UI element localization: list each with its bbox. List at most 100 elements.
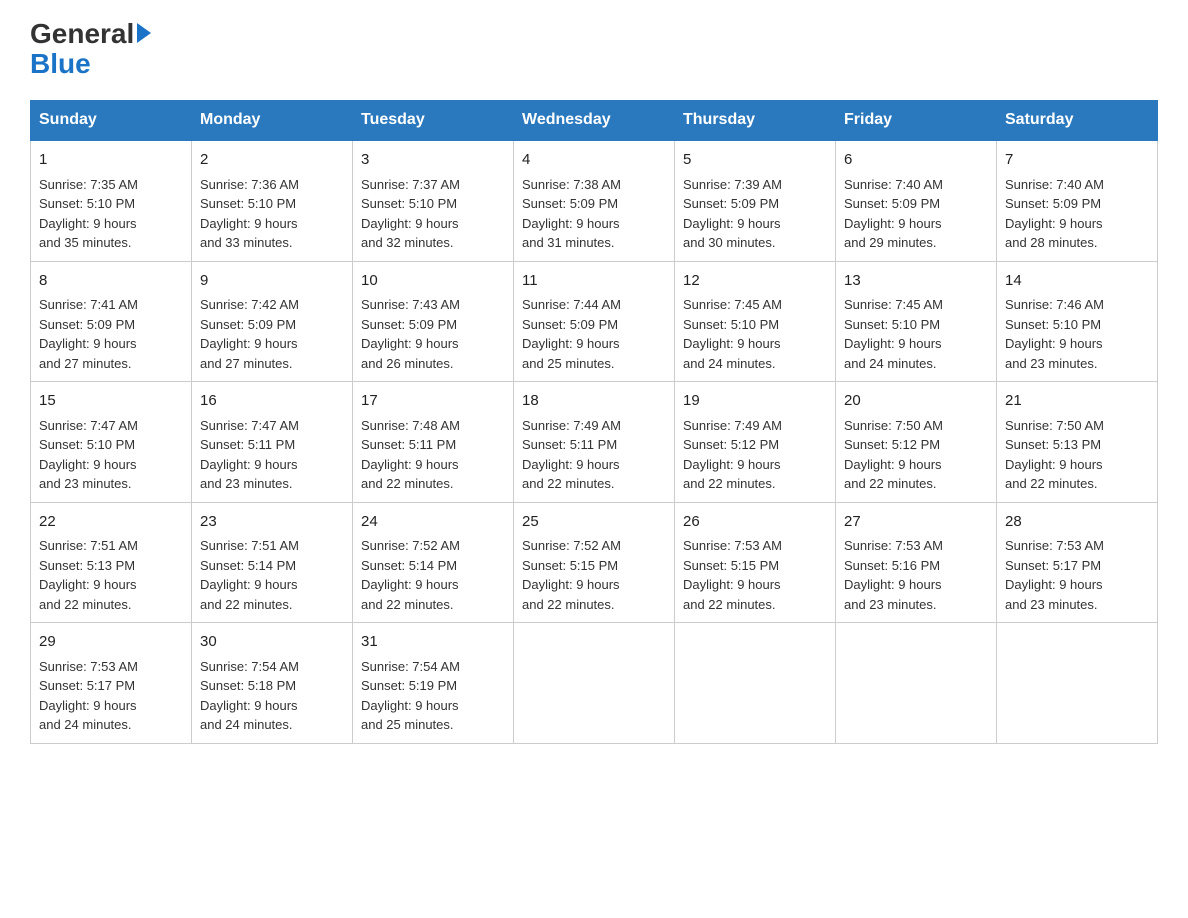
calendar-cell: 30Sunrise: 7:54 AMSunset: 5:18 PMDayligh… bbox=[192, 623, 353, 744]
day-number: 16 bbox=[200, 390, 344, 413]
day-info: Sunrise: 7:54 AMSunset: 5:19 PMDaylight:… bbox=[361, 659, 460, 733]
day-info: Sunrise: 7:50 AMSunset: 5:13 PMDaylight:… bbox=[1005, 418, 1104, 492]
calendar-cell: 31 Sunrise: 7:54 AMSunset: 5:19 PMDayligh… bbox=[353, 623, 514, 744]
day-number: 18 bbox=[522, 390, 666, 413]
calendar-header-saturday: Saturday bbox=[997, 101, 1158, 141]
day-number: 28 bbox=[1005, 511, 1149, 534]
calendar-cell: 25Sunrise: 7:52 AMSunset: 5:15 PMDayligh… bbox=[514, 502, 675, 623]
calendar-cell: 19 Sunrise: 7:49 AMSunset: 5:12 PMDayligh… bbox=[675, 382, 836, 503]
day-number: 24 bbox=[361, 511, 505, 534]
calendar-cell: 15 Sunrise: 7:47 AMSunset: 5:10 PMDayligh… bbox=[31, 382, 192, 503]
day-number: 27 bbox=[844, 511, 988, 534]
calendar-cell: 1 Sunrise: 7:35 AMSunset: 5:10 PMDaylight… bbox=[31, 140, 192, 261]
calendar-table: SundayMondayTuesdayWednesdayThursdayFrid… bbox=[30, 100, 1158, 744]
page-header: General Blue bbox=[30, 20, 1158, 80]
day-info: Sunrise: 7:53 AMSunset: 5:17 PMDaylight:… bbox=[1005, 538, 1104, 612]
day-number: 10 bbox=[361, 270, 505, 293]
calendar-week-row: 29 Sunrise: 7:53 AMSunset: 5:17 PMDayligh… bbox=[31, 623, 1158, 744]
calendar-cell bbox=[836, 623, 997, 744]
day-number: 1 bbox=[39, 149, 183, 172]
day-number: 2 bbox=[200, 149, 344, 172]
day-number: 12 bbox=[683, 270, 827, 293]
logo-general: General bbox=[30, 20, 134, 48]
day-info: Sunrise: 7:45 AMSunset: 5:10 PMDaylight:… bbox=[844, 297, 943, 371]
calendar-cell: 21 Sunrise: 7:50 AMSunset: 5:13 PMDayligh… bbox=[997, 382, 1158, 503]
day-info: Sunrise: 7:38 AMSunset: 5:09 PMDaylight:… bbox=[522, 177, 621, 251]
calendar-week-row: 15 Sunrise: 7:47 AMSunset: 5:10 PMDayligh… bbox=[31, 382, 1158, 503]
day-number: 22 bbox=[39, 511, 183, 534]
logo-arrow-icon bbox=[137, 23, 151, 43]
day-info: Sunrise: 7:47 AMSunset: 5:10 PMDaylight:… bbox=[39, 418, 138, 492]
day-number: 15 bbox=[39, 390, 183, 413]
calendar-cell bbox=[675, 623, 836, 744]
calendar-cell: 26 Sunrise: 7:53 AMSunset: 5:15 PMDayligh… bbox=[675, 502, 836, 623]
day-info: Sunrise: 7:40 AMSunset: 5:09 PMDaylight:… bbox=[844, 177, 943, 251]
calendar-cell: 29 Sunrise: 7:53 AMSunset: 5:17 PMDayligh… bbox=[31, 623, 192, 744]
day-number: 19 bbox=[683, 390, 827, 413]
calendar-header-sunday: Sunday bbox=[31, 101, 192, 141]
calendar-cell: 3 Sunrise: 7:37 AMSunset: 5:10 PMDaylight… bbox=[353, 140, 514, 261]
day-info: Sunrise: 7:51 AMSunset: 5:13 PMDaylight:… bbox=[39, 538, 138, 612]
day-number: 25 bbox=[522, 511, 666, 534]
day-info: Sunrise: 7:44 AMSunset: 5:09 PMDaylight:… bbox=[522, 297, 621, 371]
day-info: Sunrise: 7:50 AMSunset: 5:12 PMDaylight:… bbox=[844, 418, 943, 492]
day-info: Sunrise: 7:42 AMSunset: 5:09 PMDaylight:… bbox=[200, 297, 299, 371]
day-number: 7 bbox=[1005, 149, 1149, 172]
calendar-cell: 2 Sunrise: 7:36 AMSunset: 5:10 PMDaylight… bbox=[192, 140, 353, 261]
calendar-cell: 24 Sunrise: 7:52 AMSunset: 5:14 PMDayligh… bbox=[353, 502, 514, 623]
calendar-cell: 22 Sunrise: 7:51 AMSunset: 5:13 PMDayligh… bbox=[31, 502, 192, 623]
calendar-header-row: SundayMondayTuesdayWednesdayThursdayFrid… bbox=[31, 101, 1158, 141]
calendar-week-row: 22 Sunrise: 7:51 AMSunset: 5:13 PMDayligh… bbox=[31, 502, 1158, 623]
day-info: Sunrise: 7:35 AMSunset: 5:10 PMDaylight:… bbox=[39, 177, 138, 251]
calendar-cell bbox=[997, 623, 1158, 744]
calendar-cell: 6 Sunrise: 7:40 AMSunset: 5:09 PMDaylight… bbox=[836, 140, 997, 261]
day-number: 17 bbox=[361, 390, 505, 413]
day-info: Sunrise: 7:53 AMSunset: 5:17 PMDaylight:… bbox=[39, 659, 138, 733]
day-number: 31 bbox=[361, 631, 505, 654]
day-info: Sunrise: 7:40 AMSunset: 5:09 PMDaylight:… bbox=[1005, 177, 1104, 251]
day-info: Sunrise: 7:39 AMSunset: 5:09 PMDaylight:… bbox=[683, 177, 782, 251]
day-number: 29 bbox=[39, 631, 183, 654]
day-number: 21 bbox=[1005, 390, 1149, 413]
calendar-cell: 23Sunrise: 7:51 AMSunset: 5:14 PMDayligh… bbox=[192, 502, 353, 623]
day-number: 9 bbox=[200, 270, 344, 293]
day-number: 14 bbox=[1005, 270, 1149, 293]
calendar-cell: 8 Sunrise: 7:41 AMSunset: 5:09 PMDaylight… bbox=[31, 261, 192, 382]
day-number: 5 bbox=[683, 149, 827, 172]
day-info: Sunrise: 7:37 AMSunset: 5:10 PMDaylight:… bbox=[361, 177, 460, 251]
calendar-cell: 20 Sunrise: 7:50 AMSunset: 5:12 PMDayligh… bbox=[836, 382, 997, 503]
day-number: 3 bbox=[361, 149, 505, 172]
day-number: 6 bbox=[844, 149, 988, 172]
logo: General Blue bbox=[30, 20, 151, 80]
calendar-header-thursday: Thursday bbox=[675, 101, 836, 141]
calendar-header-monday: Monday bbox=[192, 101, 353, 141]
day-info: Sunrise: 7:43 AMSunset: 5:09 PMDaylight:… bbox=[361, 297, 460, 371]
day-number: 26 bbox=[683, 511, 827, 534]
calendar-header-tuesday: Tuesday bbox=[353, 101, 514, 141]
day-info: Sunrise: 7:54 AMSunset: 5:18 PMDaylight:… bbox=[200, 659, 299, 733]
day-number: 13 bbox=[844, 270, 988, 293]
day-info: Sunrise: 7:49 AMSunset: 5:12 PMDaylight:… bbox=[683, 418, 782, 492]
calendar-header-wednesday: Wednesday bbox=[514, 101, 675, 141]
day-number: 11 bbox=[522, 270, 666, 293]
day-info: Sunrise: 7:36 AMSunset: 5:10 PMDaylight:… bbox=[200, 177, 299, 251]
calendar-cell: 27Sunrise: 7:53 AMSunset: 5:16 PMDayligh… bbox=[836, 502, 997, 623]
day-info: Sunrise: 7:41 AMSunset: 5:09 PMDaylight:… bbox=[39, 297, 138, 371]
calendar-cell: 16 Sunrise: 7:47 AMSunset: 5:11 PMDayligh… bbox=[192, 382, 353, 503]
day-number: 8 bbox=[39, 270, 183, 293]
day-number: 20 bbox=[844, 390, 988, 413]
calendar-cell: 18Sunrise: 7:49 AMSunset: 5:11 PMDayligh… bbox=[514, 382, 675, 503]
calendar-cell: 5 Sunrise: 7:39 AMSunset: 5:09 PMDaylight… bbox=[675, 140, 836, 261]
day-info: Sunrise: 7:51 AMSunset: 5:14 PMDaylight:… bbox=[200, 538, 299, 612]
calendar-header-friday: Friday bbox=[836, 101, 997, 141]
calendar-cell: 4Sunrise: 7:38 AMSunset: 5:09 PMDaylight… bbox=[514, 140, 675, 261]
calendar-cell: 10 Sunrise: 7:43 AMSunset: 5:09 PMDayligh… bbox=[353, 261, 514, 382]
calendar-cell: 17Sunrise: 7:48 AMSunset: 5:11 PMDayligh… bbox=[353, 382, 514, 503]
day-info: Sunrise: 7:47 AMSunset: 5:11 PMDaylight:… bbox=[200, 418, 299, 492]
calendar-cell: 7 Sunrise: 7:40 AMSunset: 5:09 PMDaylight… bbox=[997, 140, 1158, 261]
day-info: Sunrise: 7:52 AMSunset: 5:14 PMDaylight:… bbox=[361, 538, 460, 612]
calendar-cell: 12Sunrise: 7:45 AMSunset: 5:10 PMDayligh… bbox=[675, 261, 836, 382]
calendar-cell bbox=[514, 623, 675, 744]
calendar-week-row: 1 Sunrise: 7:35 AMSunset: 5:10 PMDaylight… bbox=[31, 140, 1158, 261]
day-info: Sunrise: 7:53 AMSunset: 5:15 PMDaylight:… bbox=[683, 538, 782, 612]
